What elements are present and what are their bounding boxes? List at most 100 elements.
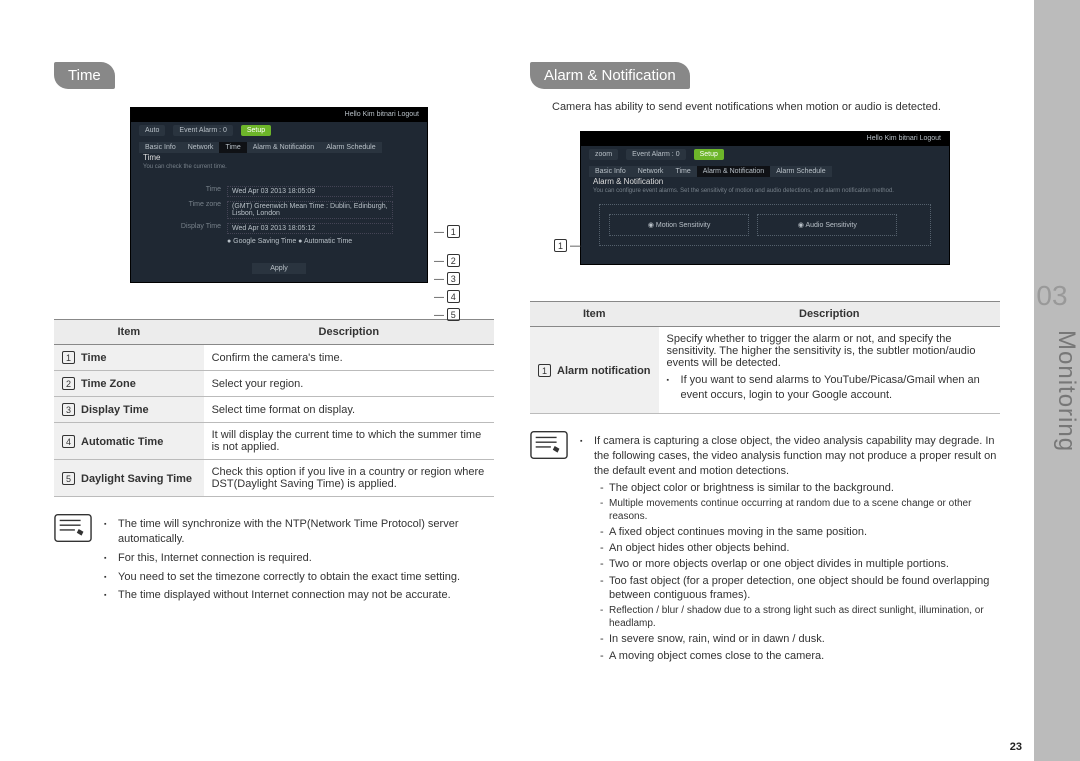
tab-alarm: Alarm & Notification xyxy=(247,142,320,153)
row-item: Alarm notification xyxy=(557,365,651,377)
screenshot-title: Time xyxy=(131,153,427,162)
note-dash: A moving object comes close to the camer… xyxy=(600,649,1000,663)
callouts-time: — 1 — 2 — 3 — 4 — 5 xyxy=(434,172,460,325)
tab-sched: Alarm Schedule xyxy=(770,166,831,177)
audio-sensitivity: ◉ Audio Sensitivity xyxy=(757,214,897,236)
tab-time: Time xyxy=(219,142,246,153)
screenshot-title: Alarm & Notification xyxy=(581,177,949,186)
note-icon xyxy=(530,430,568,460)
row-desc-sub: If you want to send alarms to YouTube/Pi… xyxy=(667,373,992,403)
callout-1: 1 xyxy=(554,239,567,252)
row-num: 2 xyxy=(62,377,75,390)
table-row: 5 Daylight Saving Time Check this option i… xyxy=(54,460,494,497)
note-dash: Two or more objects overlap or one objec… xyxy=(600,557,1000,571)
chip-monitor: zoom xyxy=(589,149,618,160)
note-block-time: The time will synchronize with the NTP(N… xyxy=(54,513,494,607)
screenshot-topbar: Hello Kim bitnari Logout xyxy=(131,108,427,122)
row-num: 3 xyxy=(62,403,75,416)
callout-1: 1 xyxy=(447,225,460,238)
field-time-label: Time xyxy=(165,186,221,197)
tab-network: Network xyxy=(182,142,220,153)
table-row: 4 Automatic Time It will display the curre… xyxy=(54,423,494,460)
note-dash: In severe snow, rain, wind or in dawn / … xyxy=(600,632,1000,646)
note-dash: Multiple movements continue occurring at… xyxy=(600,497,1000,523)
note-list: If camera is capturing a close object, t… xyxy=(580,430,1000,667)
apply-button: Apply xyxy=(252,263,306,274)
th-item: Item xyxy=(530,302,659,327)
note-item: The time displayed without Internet conn… xyxy=(104,588,494,603)
topbar-text: Hello Kim bitnari Logout xyxy=(867,135,941,142)
intro-text: Camera has ability to send event notific… xyxy=(552,101,1000,113)
sensitivity-group: ◉ Motion Sensitivity ◉ Audio Sensitivity xyxy=(599,204,931,246)
callouts-alarm: 1 — xyxy=(554,239,581,252)
row-item: Automatic Time xyxy=(81,436,163,448)
motion-sensitivity: ◉ Motion Sensitivity xyxy=(609,214,749,236)
column-alarm: Alarm & Notification Camera has ability … xyxy=(530,62,1000,667)
row-desc: Select your region. xyxy=(204,371,494,397)
note-dash: A fixed object continues moving in the s… xyxy=(600,525,1000,539)
note-item: If camera is capturing a close object, t… xyxy=(580,434,1000,663)
field-timezone-label: Time zone xyxy=(165,201,221,219)
screenshot-time: Hello Kim bitnari Logout Auto Event Alar… xyxy=(130,107,428,283)
note-dash: Reflection / blur / shadow due to a stro… xyxy=(600,604,1000,630)
screenshot-subtitle: You can configure event alarms. Set the … xyxy=(581,188,949,194)
chapter-title: Monitoring xyxy=(1034,330,1080,452)
note-dash: An object hides other objects behind. xyxy=(600,541,1000,555)
table-row: 3 Display Time Select time format on displ… xyxy=(54,397,494,423)
row-desc: Check this option if you live in a count… xyxy=(204,460,494,497)
chip-setup: Setup xyxy=(694,149,724,160)
chapter-number: 03 xyxy=(1034,280,1070,312)
row-desc: Confirm the camera's time. xyxy=(204,345,494,371)
row-desc-text: Specify whether to trigger the alarm or … xyxy=(667,333,976,369)
note-dash: The object color or brightness is simila… xyxy=(600,481,1000,495)
field-radio-value: ● Google Saving Time ● Automatic Time xyxy=(227,238,352,245)
chip-event-alarm: Event Alarm : 0 xyxy=(173,125,232,136)
tab-sched: Alarm Schedule xyxy=(320,142,381,153)
row-num: 5 xyxy=(62,472,75,485)
screenshot-subtitle: You can check the current time. xyxy=(131,164,427,170)
row-num: 4 xyxy=(62,435,75,448)
row-desc: It will display the current time to whic… xyxy=(204,423,494,460)
screenshot-alarm: Hello Kim bitnari Logout zoom Event Alar… xyxy=(580,131,950,265)
field-display-value: Wed Apr 03 2013 18:05:12 xyxy=(227,223,393,234)
chip-setup: Setup xyxy=(241,125,271,136)
callout-3: 3 xyxy=(447,272,460,285)
tab-alarm: Alarm & Notification xyxy=(697,166,770,177)
note-list: The time will synchronize with the NTP(N… xyxy=(104,513,494,607)
table-alarm: Item Description 1 Alarm notification Spe… xyxy=(530,301,1000,414)
note-dash: Too fast object (for a proper detection,… xyxy=(600,574,1000,603)
field-display-label: Display Time xyxy=(165,223,221,234)
note-item: The time will synchronize with the NTP(N… xyxy=(104,517,494,547)
chip-monitor: Auto xyxy=(139,125,165,136)
field-timezone-value: (GMT) Greenwich Mean Time : Dublin, Edin… xyxy=(227,201,393,219)
callout-5: 5 xyxy=(447,308,460,321)
page-number: 23 xyxy=(1010,741,1022,753)
th-item: Item xyxy=(54,320,204,345)
note-block-alarm: If camera is capturing a close object, t… xyxy=(530,430,1000,667)
section-heading-time: Time xyxy=(54,62,115,89)
table-row: 1 Alarm notification Specify whether to t… xyxy=(530,327,1000,414)
callout-4: 4 xyxy=(447,290,460,303)
table-row: 1 Time Confirm the camera's time. xyxy=(54,345,494,371)
row-desc: Specify whether to trigger the alarm or … xyxy=(659,327,1000,414)
column-time: Time Hello Kim bitnari Logout Auto Event… xyxy=(54,62,494,607)
note-lead: If camera is capturing a close object, t… xyxy=(594,435,996,477)
row-desc: Select time format on display. xyxy=(204,397,494,423)
row-num: 1 xyxy=(538,364,551,377)
chip-event-alarm: Event Alarm : 0 xyxy=(626,149,685,160)
tab-network: Network xyxy=(632,166,670,177)
row-num: 1 xyxy=(62,351,75,364)
tab-time: Time xyxy=(669,166,696,177)
table-row: 2Time ZoneSelect your region. xyxy=(54,371,494,397)
callout-2: 2 xyxy=(447,254,460,267)
screenshot-topbar: Hello Kim bitnari Logout xyxy=(581,132,949,146)
th-desc: Description xyxy=(659,302,1000,327)
tab-basic: Basic Info xyxy=(139,142,182,153)
note-item: For this, Internet connection is require… xyxy=(104,551,494,566)
row-item: Daylight Saving Time xyxy=(81,473,192,485)
row-item: Display Time xyxy=(81,404,149,416)
note-item: You need to set the timezone correctly t… xyxy=(104,570,494,585)
field-time-value: Wed Apr 03 2013 18:05:09 xyxy=(227,186,393,197)
row-item: Time xyxy=(81,352,106,364)
section-heading-alarm: Alarm & Notification xyxy=(530,62,690,89)
